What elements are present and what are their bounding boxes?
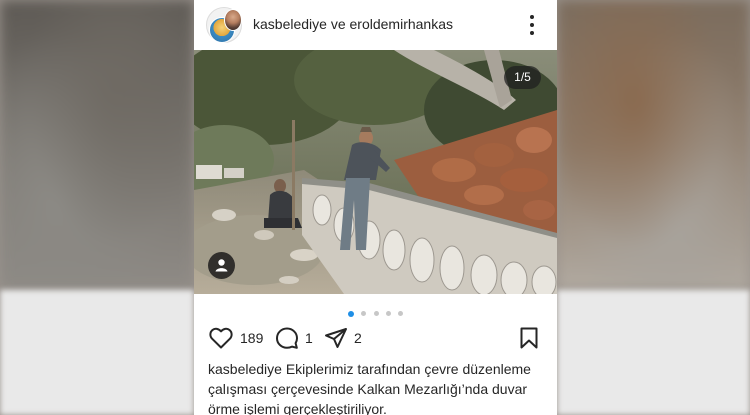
- carousel-dot: [398, 311, 404, 317]
- more-options-button[interactable]: [520, 12, 544, 38]
- paper-plane-icon: [325, 328, 347, 348]
- action-bar: 189 1 2: [194, 322, 557, 354]
- comment-button[interactable]: 1: [275, 325, 313, 351]
- share-count: 2: [354, 330, 362, 346]
- save-button[interactable]: [518, 325, 540, 351]
- more-vertical-icon: [530, 15, 534, 19]
- photo-scene: [194, 50, 557, 294]
- collaborator-photo: [224, 9, 242, 31]
- post-caption: kasbelediye Ekiplerimiz tarafından çevre…: [208, 359, 538, 415]
- carousel-dot-active: [347, 310, 354, 317]
- like-button[interactable]: 189: [208, 325, 263, 351]
- carousel-dot: [373, 311, 379, 317]
- account-name[interactable]: kasbelediye ve eroldemirhankas: [253, 16, 453, 32]
- bookmark-icon: [520, 327, 538, 349]
- post-photo[interactable]: 1/5: [194, 50, 557, 294]
- heart-icon: [209, 327, 233, 349]
- blurred-backdrop-right: [557, 0, 750, 415]
- tagged-users-button[interactable]: [208, 252, 235, 279]
- carousel-indicator: [194, 305, 557, 317]
- carousel-dot: [385, 311, 391, 317]
- image-counter: 1/5: [504, 66, 541, 89]
- comment-count: 1: [305, 330, 313, 346]
- caption-username[interactable]: kasbelediye: [208, 361, 282, 377]
- like-count: 189: [240, 330, 264, 346]
- share-button[interactable]: 2: [324, 325, 362, 351]
- comment-bubble-icon: [276, 327, 298, 349]
- account-avatar[interactable]: [206, 7, 242, 43]
- carousel-dot: [361, 311, 367, 317]
- user-tag-icon: [215, 259, 228, 272]
- post-header: kasbelediye ve eroldemirhankas: [194, 0, 557, 50]
- post-card: kasbelediye ve eroldemirhankas 1/5 189 1…: [194, 0, 557, 415]
- blurred-backdrop-left: [0, 0, 194, 415]
